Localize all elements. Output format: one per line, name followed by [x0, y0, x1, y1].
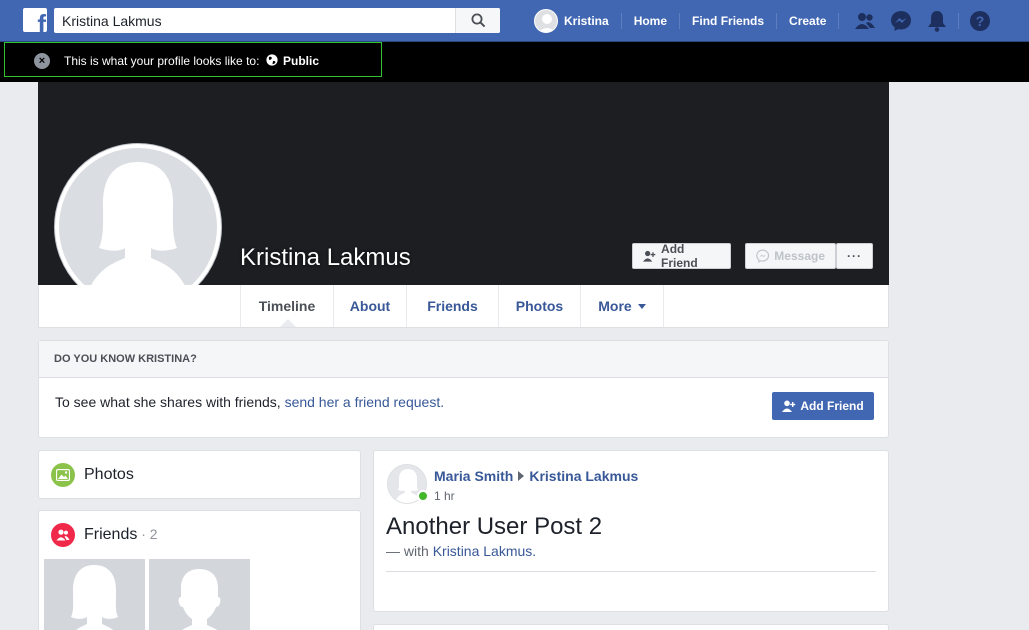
add-friend-primary-button[interactable]: Add Friend: [772, 392, 874, 420]
view-as-audience[interactable]: Public: [283, 54, 319, 68]
top-nav-icons: ?: [852, 8, 1003, 34]
friends-count: · 2: [137, 526, 158, 542]
avatar-silhouette-icon: [538, 14, 556, 32]
post-tagged: — with Kristina Lakmus.: [386, 543, 536, 559]
chevron-down-icon: [637, 303, 646, 309]
profile-tabs: Timeline About Friends Photos More: [38, 285, 889, 328]
tab-label: More: [598, 298, 632, 314]
profile-link[interactable]: Kristina: [564, 14, 609, 28]
active-tab-caret: [280, 319, 296, 327]
friends-icon[interactable]: [51, 523, 75, 547]
tab-more[interactable]: More: [581, 285, 664, 327]
add-friend-icon: [782, 400, 796, 412]
close-icon[interactable]: ×: [34, 53, 50, 69]
add-friend-label: Add Friend: [661, 242, 698, 270]
tab-about[interactable]: About: [334, 285, 407, 327]
tagged-prefix: — with: [386, 543, 433, 559]
notifications-bell-icon[interactable]: [924, 8, 950, 34]
nav-divider: [679, 13, 681, 29]
tab-label: Friends: [427, 298, 478, 314]
view-as-text: This is what your profile looks like to:: [64, 54, 260, 68]
add-friend-label: Add Friend: [800, 399, 864, 413]
friend-thumbnail[interactable]: [44, 559, 145, 630]
search-input[interactable]: [54, 8, 454, 33]
search-box: [54, 8, 500, 33]
nav-divider: [958, 13, 959, 29]
top-nav-links: Kristina Home Find Friends Create: [534, 0, 851, 42]
do-you-know-text: To see what she shares with friends, sen…: [55, 394, 444, 410]
tab-label: Photos: [515, 298, 564, 314]
friend-requests-icon[interactable]: [852, 8, 878, 34]
do-you-know-card: DO YOU KNOW KRISTINA? To see what she sh…: [38, 340, 889, 438]
svg-text:?: ?: [976, 13, 985, 29]
create-link[interactable]: Create: [789, 14, 826, 28]
female-silhouette-icon: [83, 162, 193, 306]
find-friends-link[interactable]: Find Friends: [692, 14, 764, 28]
nav-divider: [838, 13, 840, 29]
friend-thumbnail[interactable]: [149, 559, 250, 630]
view-as-notice-bar: × This is what your profile looks like t…: [0, 42, 1029, 82]
tab-photos[interactable]: Photos: [499, 285, 581, 327]
female-silhouette-icon: [71, 565, 118, 630]
online-status-indicator: [417, 490, 429, 502]
profile-name: Kristina Lakmus: [240, 244, 411, 271]
friends-title-label[interactable]: Friends: [84, 526, 137, 543]
tagged-user-link[interactable]: Kristina Lakmus.: [433, 543, 536, 559]
post-divider: [386, 571, 876, 572]
tab-friends[interactable]: Friends: [407, 285, 499, 327]
post-timestamp[interactable]: 1 hr: [434, 489, 455, 503]
search-button[interactable]: [455, 8, 500, 33]
help-icon[interactable]: ?: [967, 8, 993, 34]
nav-divider: [776, 13, 778, 29]
post-target-link[interactable]: Kristina Lakmus: [529, 468, 638, 484]
male-silhouette-icon: [178, 569, 221, 630]
add-friend-button[interactable]: Add Friend: [632, 242, 731, 270]
more-options-button[interactable]: ···: [836, 243, 873, 269]
message-button[interactable]: Message: [745, 243, 836, 269]
messenger-icon[interactable]: [888, 8, 914, 34]
photos-card: Photos: [38, 450, 361, 499]
timeline-post: Maria Smith Kristina Lakmus 1 hr Another…: [373, 450, 889, 612]
facebook-logo-icon[interactable]: f: [23, 8, 47, 32]
more-options-icon: ···: [847, 249, 862, 263]
tab-label: About: [349, 298, 391, 314]
search-icon: [471, 13, 486, 28]
nav-divider: [620, 13, 622, 29]
post-text: Another User Post 2: [386, 513, 603, 540]
friends-title: Friends · 2: [84, 526, 158, 544]
post-author-link[interactable]: Maria Smith: [434, 468, 513, 484]
user-avatar[interactable]: [534, 9, 558, 33]
do-you-know-heading: DO YOU KNOW KRISTINA?: [39, 341, 888, 378]
tab-timeline[interactable]: Timeline: [240, 285, 334, 327]
photos-title[interactable]: Photos: [84, 466, 134, 484]
messenger-icon: [756, 249, 770, 263]
top-navigation-bar: f Kristina Home Find Friends Create: [0, 0, 1029, 42]
photos-icon[interactable]: [51, 463, 75, 487]
message-label: Message: [774, 249, 825, 263]
globe-icon: [266, 54, 278, 66]
friend-request-link[interactable]: send her a friend request.: [285, 394, 445, 410]
arrow-right-icon: [518, 471, 525, 481]
friends-card: Friends · 2: [38, 510, 361, 630]
do-you-know-message: To see what she shares with friends,: [55, 394, 285, 410]
next-post-card: [373, 624, 889, 630]
home-link[interactable]: Home: [634, 14, 667, 28]
post-header: Maria Smith Kristina Lakmus: [434, 468, 638, 484]
tab-label: Timeline: [258, 298, 316, 314]
add-friend-icon: [643, 250, 656, 262]
